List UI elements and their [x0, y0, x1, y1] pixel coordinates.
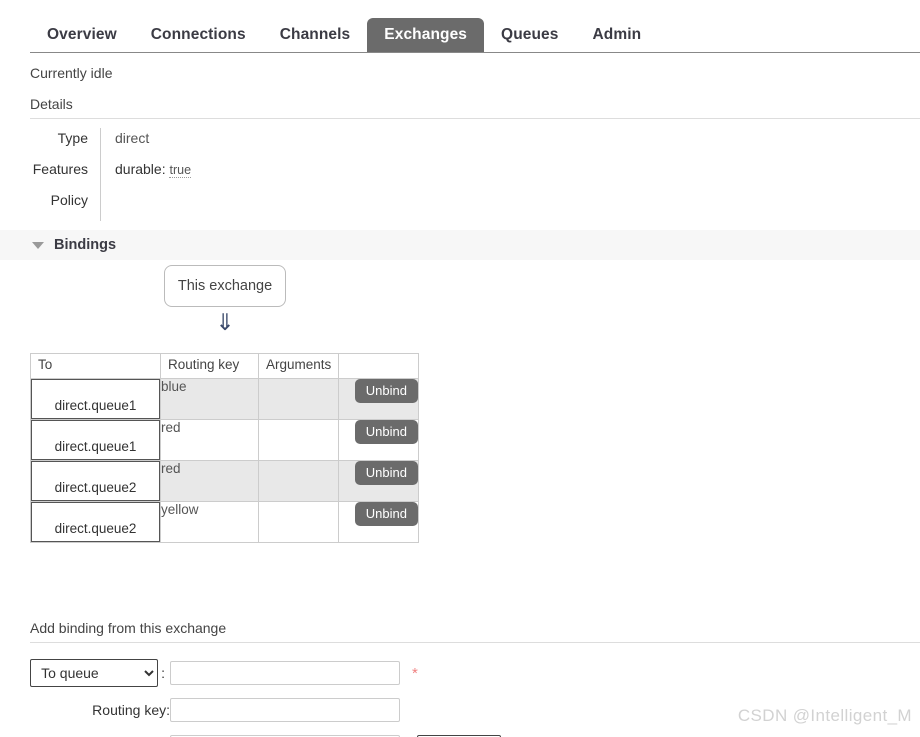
binding-destination-cell: direct.queue1	[30, 378, 161, 420]
column-header-arguments: Arguments	[258, 353, 339, 379]
unbind-button[interactable]: Unbind	[354, 502, 418, 526]
feature-durable-key: durable:	[115, 161, 166, 177]
details-value-policy	[100, 190, 430, 221]
tab-exchanges[interactable]: Exchanges	[367, 18, 485, 52]
flow-down-arrow-icon: ⇓	[215, 309, 235, 335]
bindings-table-header-row: To Routing key Arguments	[30, 353, 419, 379]
bindings-table: To Routing key Arguments direct.queue1 b…	[30, 353, 419, 543]
queue-link[interactable]: direct.queue1	[31, 379, 160, 419]
routing-key-input[interactable]	[170, 698, 400, 722]
destination-type-select[interactable]: To queue	[30, 659, 159, 687]
queue-link[interactable]: direct.queue1	[31, 420, 160, 460]
tab-overview[interactable]: Overview	[30, 18, 134, 52]
details-row-features: Features durable: true	[30, 159, 430, 190]
table-row: direct.queue2 red Unbind	[30, 460, 419, 502]
tab-overview-label: Overview	[47, 26, 117, 43]
bindings-section-header[interactable]: Bindings	[0, 230, 920, 260]
binding-arguments-cell	[258, 460, 339, 502]
binding-routing-key-cell: yellow	[160, 501, 259, 543]
binding-arguments-cell	[258, 378, 339, 420]
details-row-type: Type direct	[30, 128, 430, 159]
form-row-arguments: String	[30, 732, 730, 737]
binding-arguments-cell	[258, 419, 339, 461]
binding-destination-cell: direct.queue2	[30, 460, 161, 502]
destination-colon: :	[161, 665, 165, 681]
binding-arguments-cell	[258, 501, 339, 543]
tab-exchanges-label: Exchanges	[384, 26, 468, 43]
watermark-text: CSDN @Intelligent_M	[737, 706, 912, 725]
details-label-features: Features	[32, 161, 88, 177]
binding-destination-cell: direct.queue1	[30, 419, 161, 461]
add-binding-divider	[30, 642, 920, 643]
unbind-button[interactable]: Unbind	[354, 379, 418, 403]
queue-link[interactable]: direct.queue2	[31, 461, 160, 501]
feature-durable-value: true	[169, 163, 192, 178]
binding-destination-cell: direct.queue2	[30, 501, 161, 543]
binding-routing-key-cell: red	[160, 419, 259, 461]
status-text: Currently idle	[30, 65, 113, 81]
binding-action-cell: Unbind	[338, 501, 419, 543]
queue-link[interactable]: direct.queue2	[31, 502, 160, 542]
destination-select-wrap: To queue :	[30, 659, 170, 687]
this-exchange-node: This exchange	[164, 265, 286, 307]
tab-connections-label: Connections	[150, 26, 246, 43]
column-header-routing-key: Routing key	[160, 353, 259, 379]
binding-action-cell: Unbind	[338, 419, 419, 461]
table-row: direct.queue1 blue Unbind	[30, 378, 419, 420]
tab-queues-label: Queues	[501, 26, 559, 43]
required-asterisk: *	[412, 664, 418, 682]
details-value-features: durable: true	[100, 159, 430, 190]
binding-action-cell: Unbind	[338, 378, 419, 420]
destination-input[interactable]	[170, 661, 400, 685]
details-divider	[30, 118, 920, 119]
details-value-type: direct	[100, 128, 430, 159]
details-label-type: Type	[57, 130, 88, 146]
nav-divider	[30, 52, 920, 53]
tab-admin[interactable]: Admin	[576, 18, 659, 52]
tab-admin-label: Admin	[592, 26, 642, 43]
unbind-button[interactable]: Unbind	[354, 461, 418, 485]
column-header-actions	[338, 353, 419, 379]
details-heading: Details	[30, 96, 73, 112]
nav-tab-list: Overview Connections Channels Exchanges …	[30, 18, 658, 52]
unbind-button[interactable]: Unbind	[354, 420, 418, 444]
column-header-to: To	[30, 353, 161, 379]
bindings-section-title: Bindings	[54, 237, 117, 253]
tab-queues[interactable]: Queues	[484, 18, 575, 52]
table-row: direct.queue2 yellow Unbind	[30, 501, 419, 543]
details-table: Type direct Features durable: true Polic…	[30, 128, 430, 221]
table-row: direct.queue1 red Unbind	[30, 419, 419, 461]
form-row-routing-key: Routing key:	[30, 695, 730, 725]
main-navigation: Overview Connections Channels Exchanges …	[0, 0, 920, 53]
triangle-down-icon	[32, 241, 44, 249]
details-row-policy: Policy	[30, 190, 430, 221]
routing-key-label: Routing key:	[92, 702, 170, 718]
tab-channels[interactable]: Channels	[263, 18, 368, 52]
tab-channels-label: Channels	[279, 26, 351, 43]
tab-connections[interactable]: Connections	[134, 18, 263, 52]
routing-key-label-wrap: Routing key:	[30, 702, 170, 718]
form-row-destination: To queue : *	[30, 658, 730, 688]
this-exchange-label: This exchange	[177, 278, 273, 294]
binding-routing-key-cell: red	[160, 460, 259, 502]
add-binding-heading: Add binding from this exchange	[30, 620, 227, 636]
add-binding-form: To queue : * Routing key: String	[30, 658, 730, 737]
exchange-detail-page: Overview Connections Channels Exchanges …	[0, 0, 920, 737]
binding-routing-key-cell: blue	[160, 378, 259, 420]
binding-action-cell: Unbind	[338, 460, 419, 502]
details-label-policy: Policy	[50, 192, 88, 208]
